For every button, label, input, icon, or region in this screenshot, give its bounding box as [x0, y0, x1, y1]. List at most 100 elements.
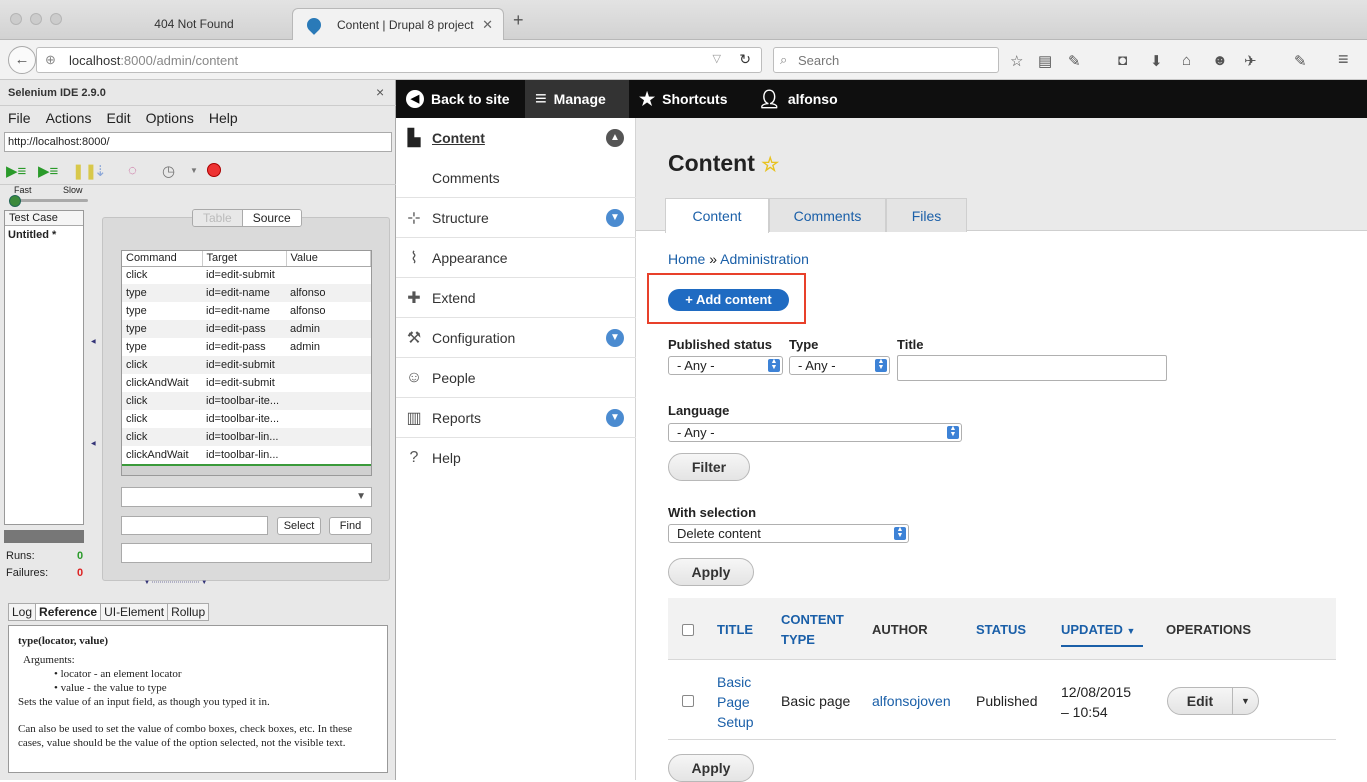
column-header-title[interactable]: TITLE [717, 622, 753, 637]
reload-icon[interactable]: ↻ [739, 51, 751, 68]
menu-edit[interactable]: Edit [106, 110, 130, 126]
sidebar-item-comments[interactable]: Comments [396, 158, 636, 198]
smiley-icon[interactable]: ☻ [1212, 52, 1228, 69]
note2-icon[interactable]: ✎ [1294, 52, 1307, 70]
step-icon[interactable]: ⇣ [94, 162, 107, 180]
play-suite-icon[interactable]: ▶≡ [6, 162, 26, 180]
close-tab-icon[interactable]: ✕ [482, 17, 493, 33]
select-button[interactable]: Select [277, 517, 321, 535]
tab-log[interactable]: Log [9, 604, 35, 620]
table-row[interactable]: clickAndWait id=edit-submit [122, 374, 371, 392]
hamburger-menu-icon[interactable]: ≡ [1338, 49, 1349, 70]
add-content-button[interactable]: + Add content [668, 289, 789, 311]
schedule-clock-icon[interactable]: ◷ [162, 162, 175, 180]
window-close-button[interactable] [10, 13, 22, 25]
title-input[interactable] [897, 355, 1167, 381]
table-row[interactable]: type id=edit-name alfonso [122, 284, 371, 302]
menu-help[interactable]: Help [209, 110, 238, 126]
new-tab-button[interactable]: + [513, 10, 524, 31]
tab-comments[interactable]: Comments [769, 198, 886, 232]
breadcrumb-home[interactable]: Home [668, 251, 705, 267]
table-row[interactable]: type id=edit-pass admin [122, 320, 371, 338]
record-icon[interactable] [207, 163, 221, 177]
filter-button[interactable]: Filter [668, 453, 750, 481]
chevron-down-icon[interactable]: ▼ [606, 409, 624, 427]
speed-slider-track[interactable] [12, 199, 88, 202]
command-select[interactable]: ▼ [121, 487, 372, 507]
manage-tab[interactable]: ≡ Manage [525, 80, 629, 118]
window-minimize-button[interactable] [30, 13, 42, 25]
splitter-handle[interactable]: ◀ [91, 440, 96, 447]
reading-list-icon[interactable]: ▤ [1038, 52, 1052, 70]
find-button[interactable]: Find [329, 517, 372, 535]
row-checkbox[interactable] [682, 695, 694, 707]
tab-source[interactable]: Source [241, 210, 301, 226]
sidebar-item-structure[interactable]: ⊹ Structure ▼ [396, 198, 636, 238]
sidebar-item-reports[interactable]: ▥ Reports ▼ [396, 398, 636, 438]
back-button[interactable]: ← [8, 46, 36, 74]
close-icon[interactable]: × [376, 84, 384, 100]
menu-file[interactable]: File [8, 110, 31, 126]
apply-button-bottom[interactable]: Apply [668, 754, 754, 782]
table-row[interactable]: type id=edit-pass admin [122, 338, 371, 356]
download-icon[interactable]: ⬇ [1150, 52, 1163, 70]
shortcut-star-icon[interactable]: ☆ [761, 154, 779, 176]
shortcuts-tab[interactable]: ★ Shortcuts [629, 80, 737, 118]
sidebar-item-extend[interactable]: ✚ Extend [396, 278, 636, 318]
back-to-site-link[interactable]: ◀ Back to site [396, 80, 520, 118]
row-title-link[interactable]: Basic Page Setup [717, 672, 754, 732]
rollup-icon[interactable]: ◌ [128, 162, 137, 179]
window-zoom-button[interactable] [50, 13, 62, 25]
operations-dropdown-button[interactable]: ▼ [1232, 687, 1259, 715]
chevron-down-icon[interactable]: ▼ [190, 166, 198, 175]
tab-ui-element[interactable]: UI-Element [101, 604, 167, 620]
tab-content[interactable]: Content [665, 198, 769, 233]
extension-icon[interactable]: ✈ [1244, 52, 1257, 70]
menu-actions[interactable]: Actions [46, 110, 92, 126]
home-icon[interactable]: ⌂ [1182, 52, 1191, 69]
row-author-link[interactable]: alfonsojoven [872, 693, 951, 709]
browser-tab-404[interactable]: 404 Not Found [96, 7, 292, 40]
browser-tab-drupal[interactable]: Content | Drupal 8 project ✕ [292, 8, 504, 41]
tab-reference[interactable]: Reference [35, 604, 102, 620]
table-row[interactable]: click id=toolbar-lin... [122, 428, 371, 446]
target-input[interactable] [121, 516, 268, 535]
sidebar-item-appearance[interactable]: ⌇ Appearance [396, 238, 636, 278]
play-test-icon[interactable]: ▶≡ [38, 162, 58, 180]
bulk-action-select[interactable]: Delete content ▲ ▼ [668, 524, 909, 543]
breadcrumb-administration[interactable]: Administration [720, 251, 809, 267]
sidebar-item-content[interactable]: ▙ Content ▲ [396, 118, 636, 158]
column-header-status[interactable]: STATUS [976, 622, 1026, 637]
user-tab[interactable]: 👤︎ alfonso [748, 80, 848, 118]
apply-button[interactable]: Apply [668, 558, 754, 586]
column-header-content-type[interactable]: CONTENT [781, 612, 844, 627]
speed-slider-handle[interactable] [9, 195, 21, 207]
table-row[interactable]: click id=toolbar-ite... [122, 410, 371, 428]
sidebar-item-people[interactable]: ☺ People [396, 358, 636, 398]
chevron-down-icon[interactable]: ▼ [606, 329, 624, 347]
chevron-up-icon[interactable]: ▲ [606, 129, 624, 147]
chevron-down-icon[interactable]: ▼ [606, 209, 624, 227]
published-status-select[interactable]: - Any - ▲ ▼ [668, 356, 783, 375]
column-header-content-type-2[interactable]: TYPE [781, 632, 815, 647]
pocket-icon[interactable]: ◘ [1118, 52, 1127, 69]
select-all-checkbox[interactable] [682, 624, 694, 636]
edit-button[interactable]: Edit [1167, 687, 1233, 715]
table-scrollbar[interactable] [122, 466, 371, 475]
language-select[interactable]: - Any - ▲ ▼ [668, 423, 962, 442]
bookmark-star-icon[interactable]: ☆ [1010, 52, 1023, 70]
search-input[interactable]: ⌕ Search [773, 47, 999, 73]
table-row[interactable]: clickAndWait id=toolbar-lin... [122, 446, 371, 464]
tab-rollup[interactable]: Rollup [167, 604, 208, 620]
dropdown-icon[interactable]: ▽ [713, 52, 721, 65]
url-bar[interactable]: ⊕ localhost:8000/admin/content ▽ ↻ [36, 47, 762, 73]
splitter-handle[interactable]: ▼ ⋯⋯⋯⋯⋯⋯⋯⋯ ▼ [144, 579, 207, 586]
tab-table[interactable]: Table [193, 210, 242, 226]
tab-files[interactable]: Files [886, 198, 967, 232]
base-url-input[interactable]: http://localhost:8000/ [4, 132, 392, 152]
table-row[interactable]: click id=edit-submit [122, 356, 371, 374]
test-case-item[interactable]: Untitled * [5, 226, 83, 244]
menu-options[interactable]: Options [146, 110, 194, 126]
value-input[interactable] [121, 543, 372, 563]
table-row[interactable]: type id=edit-name alfonso [122, 302, 371, 320]
